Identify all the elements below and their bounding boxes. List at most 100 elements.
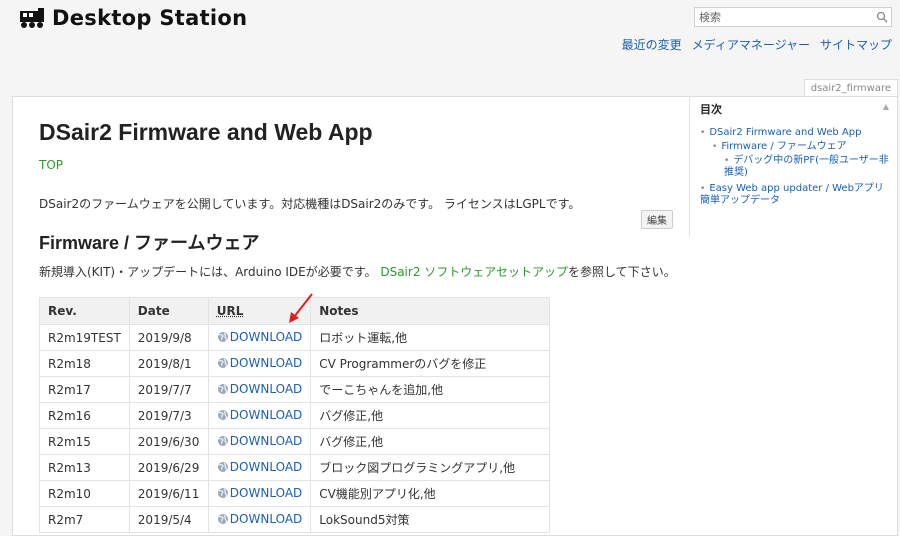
globe-icon — [217, 383, 228, 394]
search-icon[interactable] — [873, 8, 891, 26]
table-row: R2m17 2019/7/7 DOWNLOAD でーこちゃんを追加,他 — [39, 376, 551, 403]
software-setup-link[interactable]: DSair2 ソフトウェアセットアップ — [380, 265, 568, 279]
globe-icon — [217, 409, 228, 420]
download-label: DOWNLOAD — [229, 381, 303, 396]
column-header-rev: Rev. — [39, 297, 130, 325]
cell-notes: ブロック図プログラミングアプリ,他 — [310, 454, 551, 481]
page-content: DSair2 Firmware and Web App TOP DSair2のフ… — [12, 96, 898, 536]
cell-notes: バグ修正,他 — [310, 428, 551, 455]
cell-date: 2019/6/30 — [128, 428, 209, 455]
table-row: R2m16 2019/7/3 DOWNLOAD バグ修正,他 — [39, 402, 551, 429]
bullet-icon: • — [724, 156, 730, 166]
section-title-firmware: Firmware / ファームウェア — [39, 233, 260, 253]
download-link[interactable]: DOWNLOAD — [217, 460, 302, 474]
download-link[interactable]: DOWNLOAD — [217, 382, 302, 396]
nav-media-manager[interactable]: メディアマネージャー — [692, 36, 810, 53]
site-name: Desktop Station — [52, 6, 248, 30]
toc-collapse-icon[interactable]: ▲ — [883, 102, 889, 111]
top-navigation: 最近の変更 メディアマネージャー サイトマップ — [622, 36, 892, 53]
table-row: R2m7 2019/5/4 DOWNLOAD LokSound5対策 — [39, 506, 551, 533]
search-box[interactable] — [694, 7, 892, 27]
toc-link[interactable]: DSair2 Firmware and Web App — [709, 127, 861, 138]
table-row: R2m13 2019/6/29 DOWNLOAD ブロック図プログラミングアプリ,他 — [39, 454, 551, 481]
page-title: DSair2 Firmware and Web App — [39, 119, 373, 145]
toc-link[interactable]: Easy Web app updater / Webアプリ簡単アップデータ — [700, 183, 884, 206]
bullet-icon: • — [712, 142, 718, 152]
firmware-table: Rev. Date URL Notes R2m19TEST 2019/9/8 DOW… — [39, 297, 551, 533]
nav-sitemap[interactable]: サイトマップ — [820, 36, 892, 53]
cell-date: 2019/6/11 — [128, 480, 209, 507]
download-link[interactable]: DOWNLOAD — [217, 512, 302, 526]
download-link[interactable]: DOWNLOAD — [217, 408, 302, 422]
desc-prefix: 新規導入(KIT)・アップデートには、Arduino IDEが必要です。 — [39, 265, 381, 279]
top-link[interactable]: TOP — [39, 158, 63, 172]
globe-icon — [217, 357, 228, 368]
table-row: R2m19TEST 2019/9/8 DOWNLOAD ロボット運転,他 — [39, 324, 551, 351]
globe-icon — [217, 435, 228, 446]
table-of-contents: 目次 ▲ • DSair2 Firmware and Web App • Firmw… — [689, 97, 899, 237]
cell-date: 2019/6/29 — [128, 454, 209, 481]
download-label: DOWNLOAD — [229, 407, 303, 422]
cell-url: DOWNLOAD — [207, 350, 312, 377]
download-label: DOWNLOAD — [229, 459, 303, 474]
cell-url: DOWNLOAD — [207, 506, 312, 533]
download-link[interactable]: DOWNLOAD — [217, 486, 302, 500]
cell-rev: R2m10 — [39, 480, 130, 507]
cell-url: DOWNLOAD — [207, 454, 312, 481]
table-row: R2m10 2019/6/11 DOWNLOAD CV機能別アプリ化,他 — [39, 480, 551, 507]
column-header-url: URL — [216, 304, 244, 318]
intro-text: DSair2のファームウェアを公開しています。対応機種はDSair2のみです。 … — [39, 197, 581, 211]
desc-suffix: を参照して下さい。 — [568, 265, 676, 279]
bullet-icon: • — [700, 128, 706, 138]
toc-item: • Easy Web app updater / Webアプリ簡単アップデータ — [700, 183, 889, 207]
cell-url: DOWNLOAD — [207, 428, 312, 455]
download-link[interactable]: DOWNLOAD — [217, 356, 302, 370]
toc-item: • Firmware / ファームウェア — [712, 141, 889, 153]
toc-link[interactable]: デバッグ中の新PF(一般ユーザー非推奨) — [724, 155, 889, 178]
cell-date: 2019/9/8 — [128, 324, 209, 351]
cell-url: DOWNLOAD — [207, 480, 312, 507]
table-row: R2m15 2019/6/30 DOWNLOAD バグ修正,他 — [39, 428, 551, 455]
cell-notes: ロボット運転,他 — [310, 324, 551, 351]
toc-link[interactable]: Firmware / ファームウェア — [721, 141, 846, 152]
cell-date: 2019/8/1 — [128, 350, 209, 377]
cell-rev: R2m19TEST — [39, 324, 130, 351]
download-label: DOWNLOAD — [229, 329, 303, 344]
cell-notes: LokSound5対策 — [310, 506, 551, 533]
download-label: DOWNLOAD — [229, 355, 303, 370]
edit-button[interactable]: 編集 — [641, 210, 673, 229]
search-input[interactable] — [695, 8, 873, 26]
globe-icon — [217, 513, 228, 524]
annotation-arrow-icon — [289, 293, 313, 323]
download-label: DOWNLOAD — [229, 511, 303, 526]
cell-notes: CV機能別アプリ化,他 — [310, 480, 551, 507]
globe-icon — [217, 461, 228, 472]
bullet-icon: • — [700, 184, 706, 194]
toc-title: 目次 — [700, 103, 722, 116]
download-label: DOWNLOAD — [229, 433, 303, 448]
cell-date: 2019/5/4 — [128, 506, 209, 533]
train-icon — [20, 8, 44, 28]
cell-notes: CV Programmerのバグを修正 — [310, 350, 551, 377]
column-header-date: Date — [128, 297, 209, 325]
cell-rev: R2m7 — [39, 506, 130, 533]
cell-notes: バグ修正,他 — [310, 402, 551, 429]
download-label: DOWNLOAD — [229, 485, 303, 500]
cell-date: 2019/7/7 — [128, 376, 209, 403]
toc-item: • デバッグ中の新PF(一般ユーザー非推奨) — [724, 155, 889, 179]
toc-item: • DSair2 Firmware and Web App — [700, 127, 889, 139]
nav-recent-changes[interactable]: 最近の変更 — [622, 36, 682, 53]
cell-url: DOWNLOAD — [207, 324, 312, 351]
site-logo[interactable]: Desktop Station — [18, 6, 247, 30]
cell-url: DOWNLOAD — [207, 402, 312, 429]
download-link[interactable]: DOWNLOAD — [217, 434, 302, 448]
column-header-notes: Notes — [310, 297, 551, 325]
download-link[interactable]: DOWNLOAD — [217, 330, 302, 344]
cell-rev: R2m18 — [39, 350, 130, 377]
cell-rev: R2m17 — [39, 376, 130, 403]
cell-rev: R2m13 — [39, 454, 130, 481]
globe-icon — [217, 331, 228, 342]
cell-url: DOWNLOAD — [207, 376, 312, 403]
cell-rev: R2m15 — [39, 428, 130, 455]
section-description: 新規導入(KIT)・アップデートには、Arduino IDEが必要です。 DSa… — [39, 263, 676, 280]
